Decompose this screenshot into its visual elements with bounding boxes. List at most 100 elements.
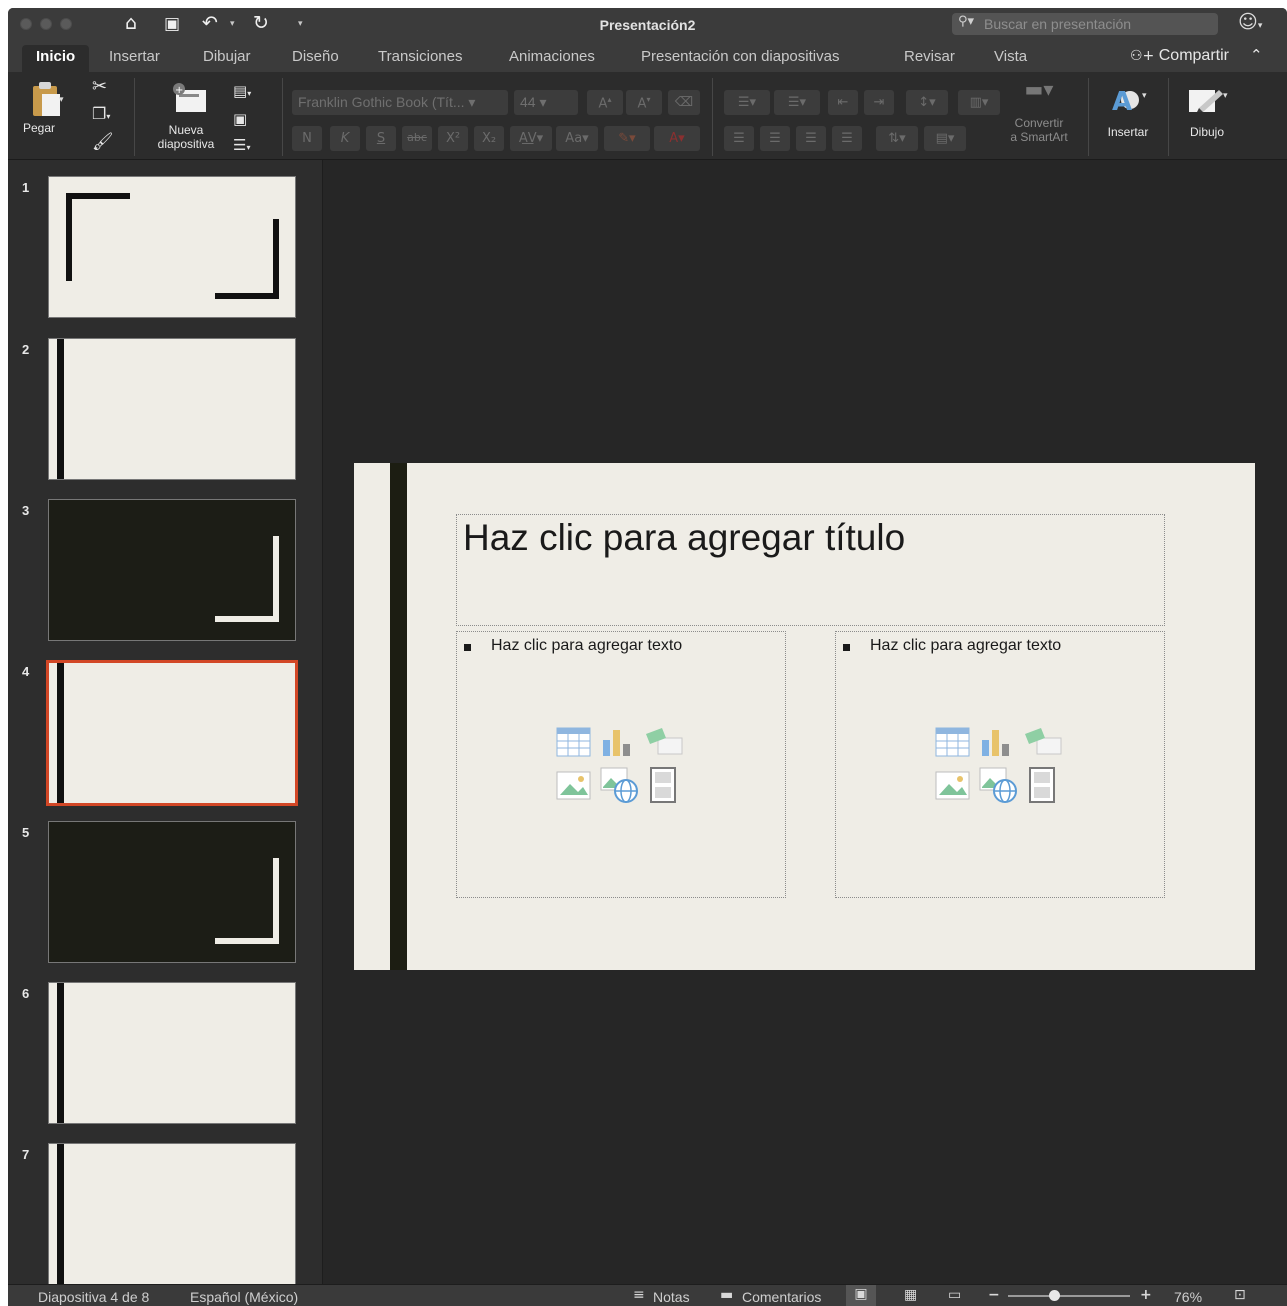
share-button[interactable]: ⚇+ Compartir [1130, 47, 1229, 65]
insert-table-icon[interactable] [556, 726, 592, 758]
minimize-window-button[interactable] [40, 18, 52, 30]
italic-button[interactable]: K [330, 126, 360, 151]
increase-indent-icon[interactable]: ⇥ [864, 90, 894, 115]
slide-thumbnail[interactable] [48, 338, 296, 480]
underline-button[interactable]: S [366, 126, 396, 151]
convert-smartart-button[interactable]: ▬▾ Convertir a SmartArt [1004, 79, 1074, 144]
strikethrough-button[interactable]: abc [402, 126, 432, 151]
font-size-select[interactable]: 44 ▾ [514, 90, 578, 115]
search-box[interactable]: ⚲▾ [952, 13, 1218, 35]
slide-thumbnail-selected[interactable] [46, 660, 298, 806]
comments-icon[interactable]: ▬ [720, 1287, 733, 1303]
collapse-ribbon-icon[interactable]: ⌃ [1250, 46, 1263, 64]
current-slide[interactable]: Haz clic para agregar título Haz clic pa… [354, 463, 1255, 970]
normal-view-icon[interactable]: ▣ [846, 1285, 876, 1306]
tab-animaciones[interactable]: Animaciones [509, 48, 595, 65]
tab-insertar[interactable]: Insertar [109, 48, 160, 65]
zoom-slider[interactable] [1008, 1290, 1130, 1301]
cut-icon[interactable]: ✂ [92, 76, 107, 97]
slideshow-icon[interactable]: ▭ [948, 1287, 961, 1303]
paste-button[interactable]: ▾ Pegar [18, 80, 76, 135]
notes-button[interactable]: Notas [653, 1289, 690, 1305]
clear-formatting-icon[interactable]: ⌫ [668, 90, 700, 115]
zoom-window-button[interactable] [60, 18, 72, 30]
insert-picture-icon[interactable] [935, 770, 971, 802]
line-spacing-icon[interactable]: ↕▾ [906, 90, 948, 115]
new-slide-button[interactable]: + Nueva diapositiva [148, 80, 224, 151]
tab-dibujar[interactable]: Dibujar [203, 48, 251, 65]
align-center-icon[interactable]: ☰ [760, 126, 790, 151]
title-placeholder[interactable]: Haz clic para agregar título [456, 514, 1165, 626]
tab-transiciones[interactable]: Transiciones [378, 48, 462, 65]
redo-icon[interactable]: ↻ [253, 12, 269, 34]
copy-icon[interactable]: ❐▾ [92, 104, 110, 123]
align-left-icon[interactable]: ☰ [724, 126, 754, 151]
fit-to-window-icon[interactable]: ⊡ [1234, 1287, 1246, 1303]
slide-sorter-icon[interactable]: ▦ [904, 1287, 917, 1303]
zoom-in-icon[interactable]: + [1140, 1287, 1152, 1303]
tab-revisar[interactable]: Revisar [904, 48, 955, 65]
insert-table-icon[interactable] [935, 726, 971, 758]
notes-icon[interactable]: ≡ [633, 1287, 645, 1303]
comments-button[interactable]: Comentarios [742, 1289, 821, 1305]
close-window-button[interactable] [20, 18, 32, 30]
undo-dropdown-icon[interactable]: ▾ [230, 19, 235, 29]
bullets-icon[interactable]: ☰▾ [724, 90, 770, 115]
language-indicator[interactable]: Español (México) [190, 1289, 298, 1305]
text-direction-icon[interactable]: ⇅▾ [876, 126, 918, 151]
slide-thumbnail[interactable] [48, 982, 296, 1124]
draw-button[interactable]: ▾ Dibujo [1174, 82, 1240, 139]
font-color-icon[interactable]: A▾ [654, 126, 700, 151]
align-right-icon[interactable]: ☰ [796, 126, 826, 151]
change-case-icon[interactable]: Aa▾ [556, 126, 598, 151]
slide-thumbnail[interactable] [48, 821, 296, 963]
highlight-color-icon[interactable]: ✎▾ [604, 126, 650, 151]
increase-font-icon[interactable]: A▴ [587, 90, 623, 115]
tab-inicio[interactable]: Inicio [22, 45, 90, 72]
align-text-icon[interactable]: ▤▾ [924, 126, 966, 151]
slide-thumbnail[interactable] [48, 499, 296, 641]
zoom-slider-handle[interactable] [1049, 1290, 1061, 1301]
insert-shapes-button[interactable]: A ▾ Insertar [1096, 82, 1160, 139]
content-placeholder-right[interactable]: Haz clic para agregar texto [835, 631, 1165, 898]
insert-smartart-icon[interactable] [644, 726, 684, 758]
search-input[interactable] [984, 16, 1209, 32]
decrease-indent-icon[interactable]: ⇤ [828, 90, 858, 115]
insert-online-picture-icon[interactable] [600, 766, 640, 804]
columns-icon[interactable]: ▥▾ [958, 90, 1000, 115]
search-icon[interactable]: ⚲▾ [958, 14, 974, 29]
justify-icon[interactable]: ☰ [832, 126, 862, 151]
reset-slide-icon[interactable]: ▣ [233, 110, 247, 128]
customize-toolbar-icon[interactable]: ▾ [298, 19, 303, 29]
tab-diseno[interactable]: Diseño [292, 48, 339, 65]
insert-video-icon[interactable] [1027, 766, 1059, 804]
insert-smartart-icon[interactable] [1023, 726, 1063, 758]
tab-vista[interactable]: Vista [994, 48, 1027, 65]
slide-thumbnail[interactable] [48, 176, 296, 318]
character-spacing-icon[interactable]: A͟V▾ [510, 126, 552, 151]
bold-button[interactable]: N [292, 126, 322, 151]
content-placeholder-left[interactable]: Haz clic para agregar texto [456, 631, 786, 898]
insert-chart-icon[interactable] [979, 726, 1015, 758]
decrease-font-icon[interactable]: A▾ [626, 90, 662, 115]
zoom-out-icon[interactable]: − [988, 1287, 1000, 1303]
insert-picture-icon[interactable] [556, 770, 592, 802]
feedback-smiley-icon[interactable]: ☺▾ [1238, 11, 1262, 33]
section-icon[interactable]: ☰▾ [233, 136, 250, 154]
font-name-select[interactable]: Franklin Gothic Book (Tít... ▾ [292, 90, 508, 115]
numbering-icon[interactable]: ☰▾ [774, 90, 820, 115]
insert-online-picture-icon[interactable] [979, 766, 1019, 804]
layout-icon[interactable]: ▤▾ [233, 82, 251, 100]
format-painter-icon[interactable]: 🖌 [92, 132, 114, 152]
undo-icon[interactable]: ↶ [202, 12, 218, 34]
slide-thumbnail[interactable] [48, 1143, 296, 1284]
zoom-level[interactable]: 76% [1174, 1289, 1202, 1305]
insert-video-icon[interactable] [648, 766, 680, 804]
insert-chart-icon[interactable] [600, 726, 636, 758]
superscript-icon[interactable]: X² [438, 126, 468, 151]
save-icon[interactable]: ▣ [164, 14, 180, 34]
slide-number: 6 [22, 986, 30, 1001]
subscript-icon[interactable]: X₂ [474, 126, 504, 151]
home-icon[interactable]: ⌂ [125, 12, 137, 34]
tab-presentacion-con-diapositivas[interactable]: Presentación con diapositivas [641, 48, 839, 65]
